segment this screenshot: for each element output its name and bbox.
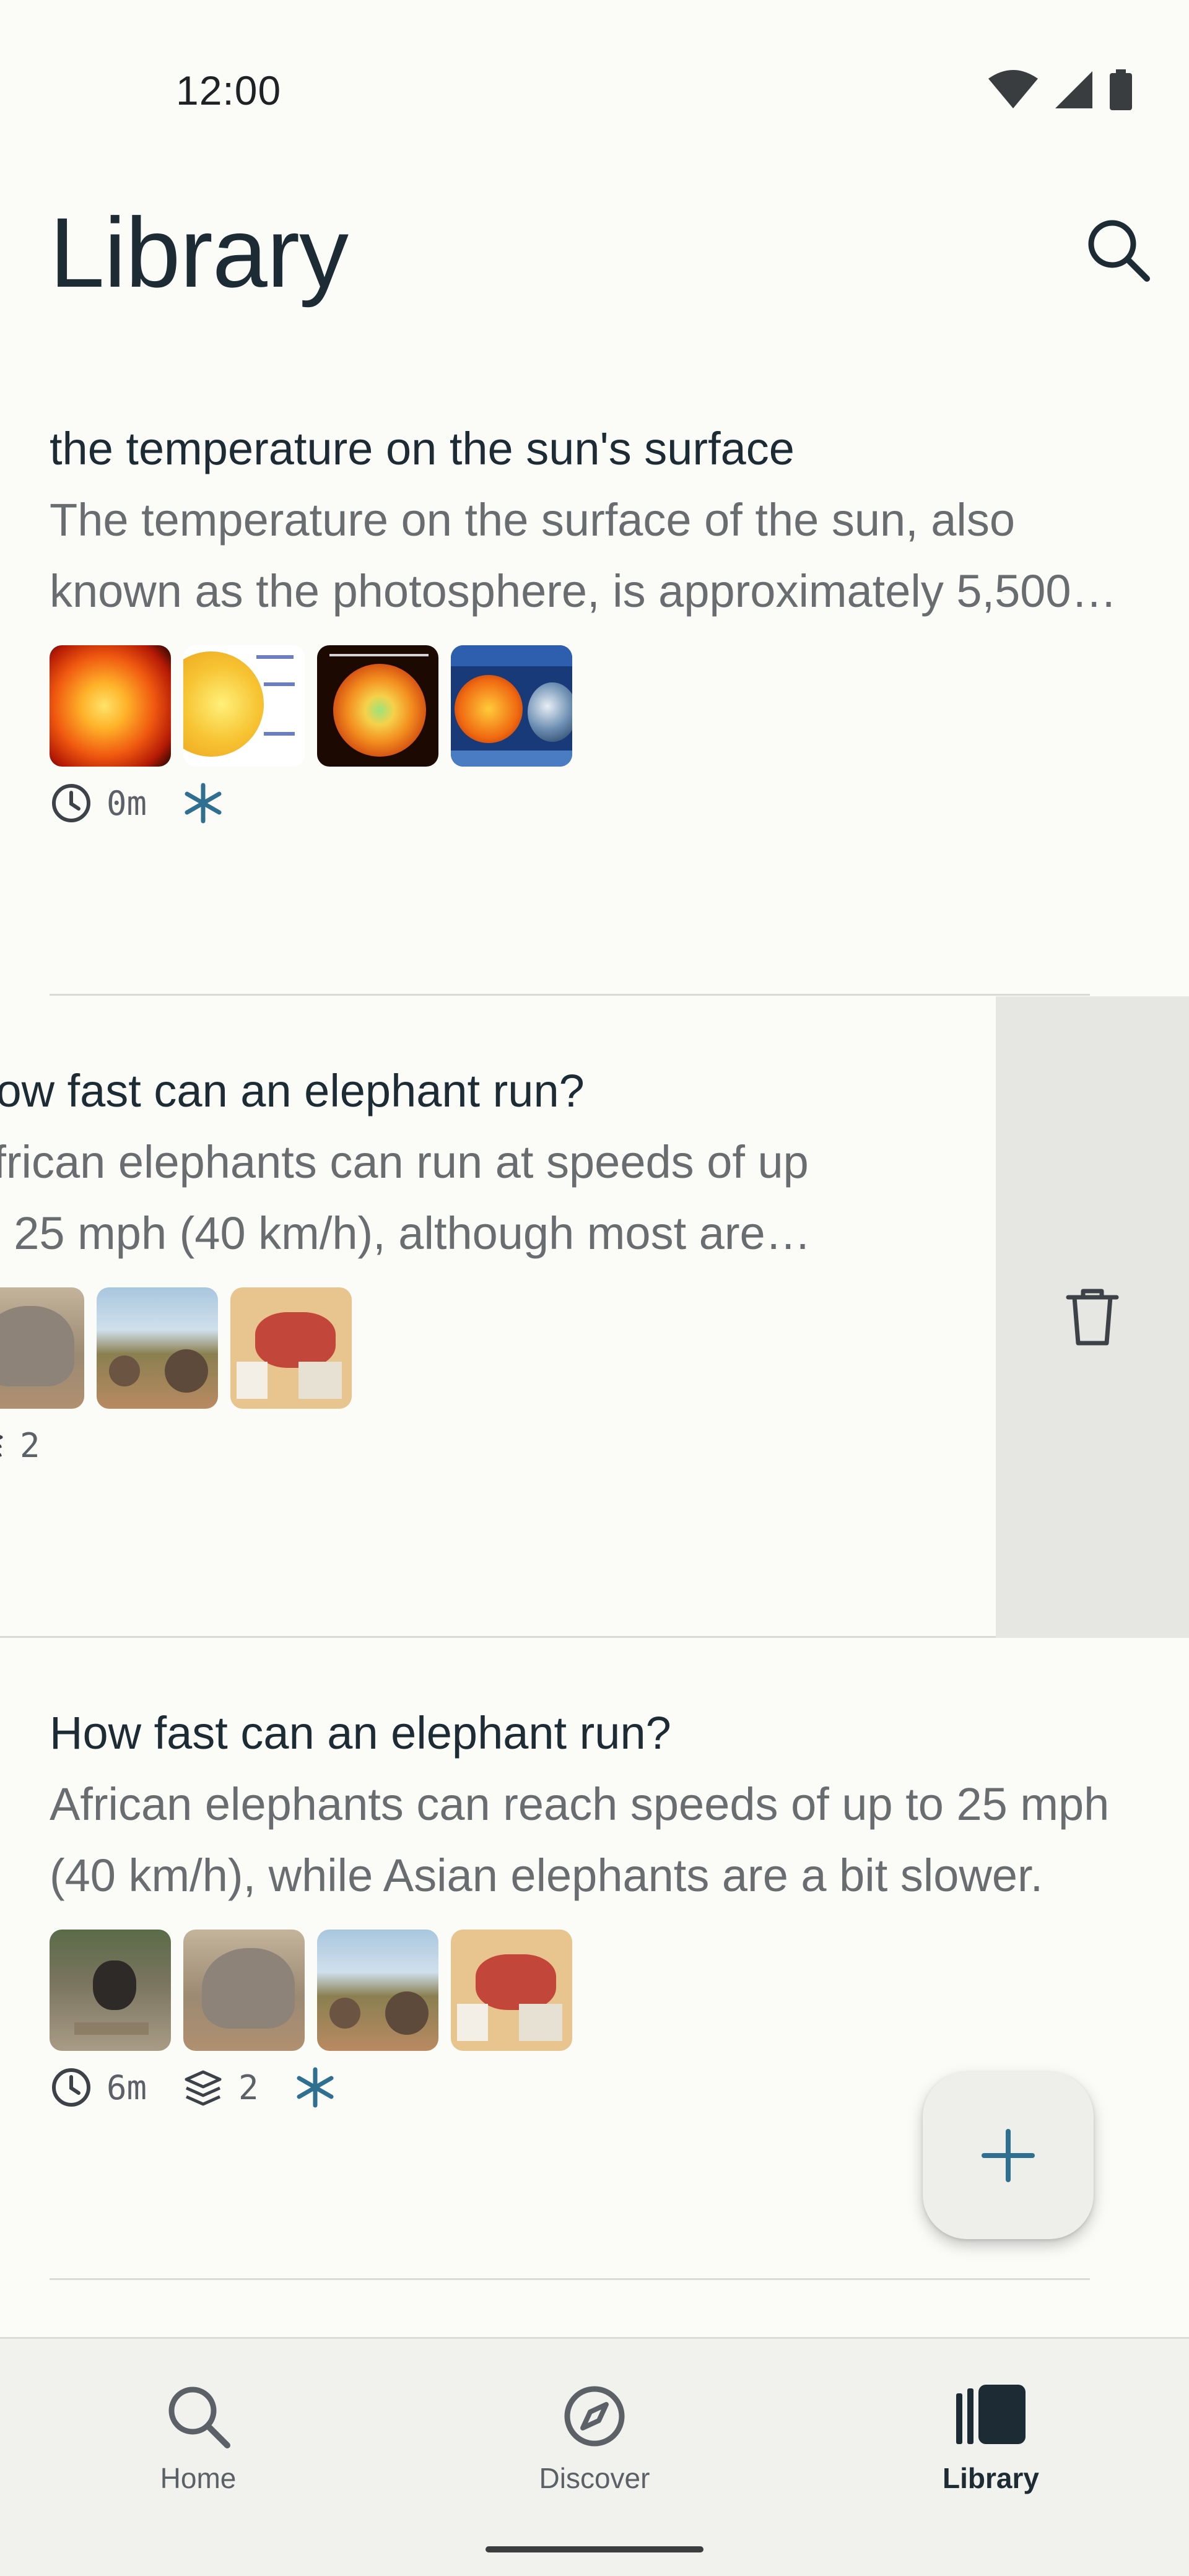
thumbnail-elephant-walking[interactable]: [183, 1930, 305, 2051]
card-meta: 2: [0, 1424, 59, 1467]
battery-icon: [1110, 69, 1132, 110]
nav-label: Home: [160, 2462, 237, 2494]
status-bar: 12:00: [0, 0, 1189, 180]
list-item-swiped[interactable]: How fast can an elephant run? African el…: [0, 996, 1189, 1638]
card-thumbnails: [50, 1930, 572, 2051]
sources-icon: [0, 1435, 3, 1457]
thumbnail-elephant-anatomy[interactable]: [451, 1930, 572, 2051]
card-meta: 6m 2: [50, 2066, 337, 2109]
card-time: 0m: [107, 783, 147, 823]
card-question: How fast can an elephant run?: [50, 1707, 671, 1759]
sparkle-icon: [297, 2067, 334, 2108]
card-answer: African elephants can run at speeds of u…: [0, 1136, 809, 1259]
thumbnail-surface-temperature-sun-earth[interactable]: [451, 645, 572, 767]
thumbnail-elephants-herd[interactable]: [97, 1287, 218, 1409]
nav-item-discover[interactable]: Discover: [502, 2382, 687, 2495]
home-indicator[interactable]: [486, 2546, 703, 2552]
search-icon: [168, 2387, 230, 2448]
clock-icon: [52, 2068, 90, 2107]
signal-icon: [1055, 71, 1092, 108]
divider: [0, 1636, 1003, 1638]
card-answer: The temperature on the surface of the su…: [50, 494, 1071, 617]
thumbnail-sun-interior[interactable]: [50, 645, 171, 767]
nav-item-library[interactable]: Library: [898, 2382, 1084, 2495]
list-item[interactable]: the temperature on the sun's surface The…: [0, 354, 1189, 996]
trash-icon: [1066, 1289, 1119, 1346]
plus-icon: [982, 2129, 1035, 2182]
card-time: 6m: [107, 2068, 147, 2107]
thumbnail-elephant-with-calf[interactable]: [50, 1930, 171, 2051]
search-button[interactable]: [1071, 203, 1164, 296]
thumbnail-elephant-anatomy[interactable]: [230, 1287, 352, 1409]
status-time: 12:00: [176, 67, 282, 113]
thumbnail-sun-core-cutaway[interactable]: [317, 645, 438, 767]
card-thumbnails: [0, 1287, 352, 1409]
search-icon: [1088, 220, 1150, 282]
bottom-navigation: Home Discover Library: [0, 2337, 1189, 2576]
thumbnail-elephants-herd[interactable]: [317, 1930, 438, 2051]
thumbnail-elephant-walking[interactable]: [0, 1287, 84, 1409]
card-question: the temperature on the sun's surface: [50, 423, 795, 474]
page-title: Library: [50, 197, 349, 308]
new-thread-button[interactable]: [923, 2072, 1094, 2239]
card-answer: African elephants can reach speeds of up…: [50, 1778, 1110, 1901]
nav-label: Discover: [539, 2462, 650, 2494]
wifi-icon: [988, 70, 1038, 108]
sources-icon: [185, 2070, 222, 2106]
divider: [50, 994, 1090, 996]
sparkle-icon: [185, 783, 222, 824]
card-meta: 0m: [50, 781, 225, 825]
divider: [50, 2278, 1090, 2280]
nav-label: Library: [943, 2462, 1039, 2494]
compass-icon: [564, 2386, 625, 2447]
delete-button[interactable]: [996, 996, 1189, 1638]
clock-icon: [52, 784, 90, 822]
nav-item-home[interactable]: Home: [105, 2382, 291, 2495]
library-icon: [956, 2385, 1026, 2444]
app-bar: Library: [0, 180, 1189, 341]
status-icons: [987, 69, 1133, 110]
card-sources-count: 2: [20, 1425, 40, 1465]
card-sources-count: 2: [238, 2068, 259, 2107]
card-thumbnails: [50, 645, 572, 767]
card-question: How fast can an elephant run?: [0, 1065, 585, 1116]
thumbnail-sun-layers-diagram[interactable]: [183, 645, 305, 767]
